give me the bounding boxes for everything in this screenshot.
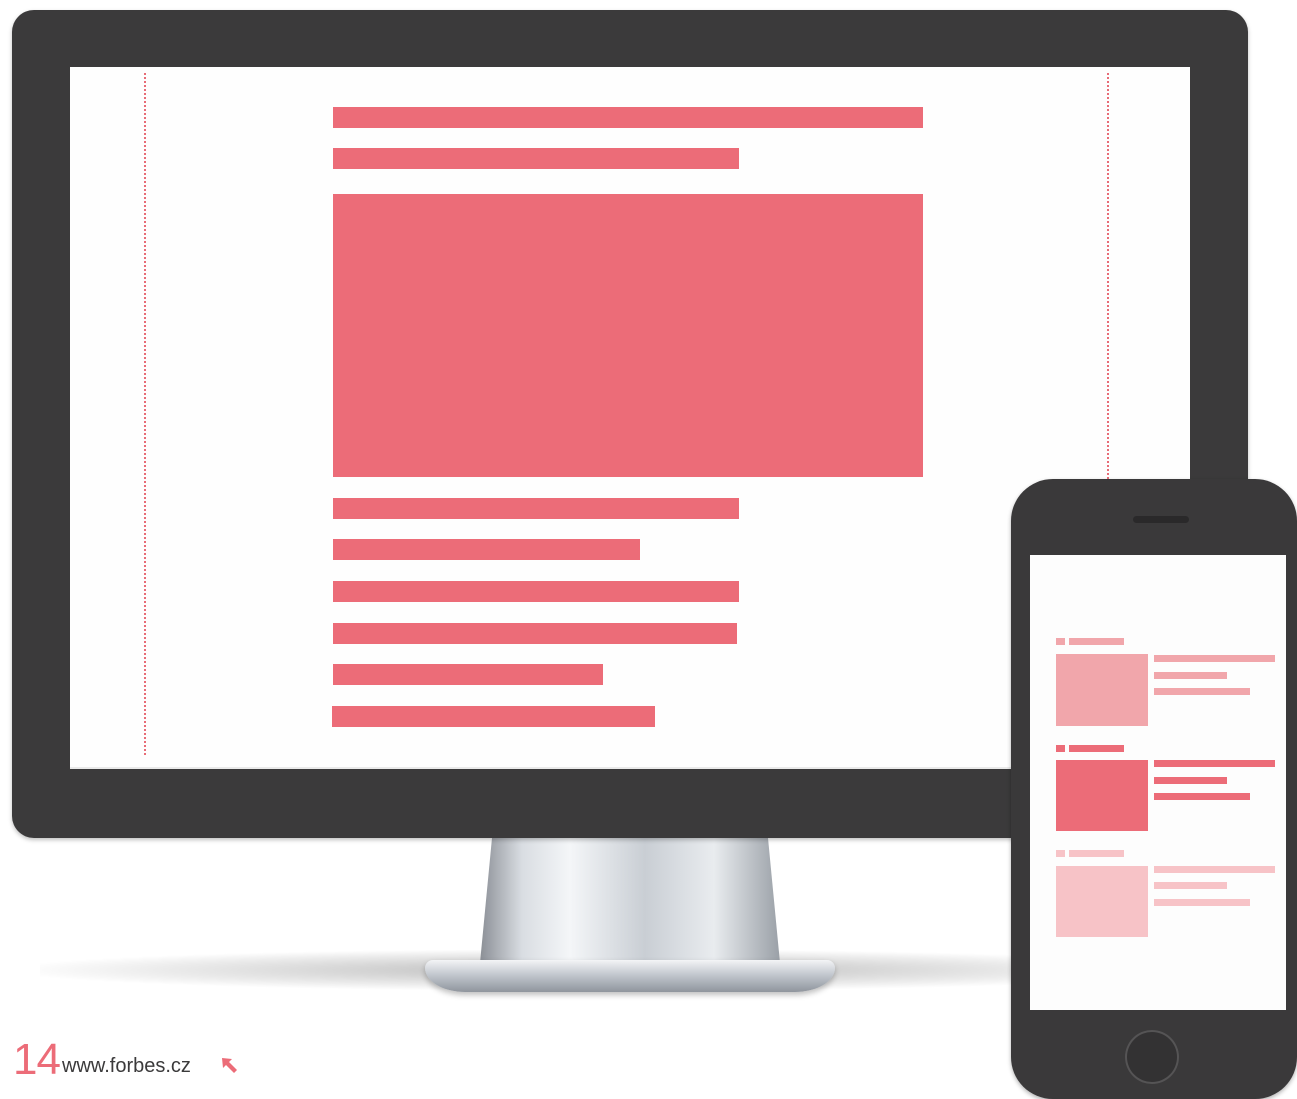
card-thumbnail (1056, 760, 1148, 831)
card-tag-dot (1056, 850, 1065, 857)
card-text-line (1154, 672, 1227, 679)
card-text-line (1154, 688, 1250, 695)
page-number: 14 (13, 1035, 61, 1084)
left-margin-guide (144, 73, 146, 755)
site-url[interactable]: www.forbes.cz (62, 1054, 191, 1078)
card-tag-dot (1056, 638, 1065, 645)
card-thumbnail (1056, 866, 1148, 937)
subheadline-bar (333, 148, 739, 169)
card-tag-bar (1069, 745, 1124, 752)
card-title-line (1154, 866, 1275, 873)
card-text-line (1154, 899, 1250, 906)
monitor-stand-base (425, 960, 835, 992)
text-line (333, 498, 739, 519)
card-thumbnail (1056, 654, 1148, 726)
hero-image-placeholder (333, 194, 923, 477)
phone-home-button (1125, 1030, 1179, 1084)
text-line (333, 581, 739, 602)
card-tag-bar (1069, 638, 1124, 645)
text-line (333, 539, 640, 560)
headline-bar (333, 107, 923, 128)
card-text-line (1154, 777, 1227, 784)
card-tag-bar (1069, 850, 1124, 857)
card-text-line (1154, 793, 1250, 800)
text-line (332, 706, 655, 727)
arrow-up-left-icon (222, 1058, 237, 1073)
text-line (333, 623, 737, 644)
text-line (333, 664, 603, 685)
monitor-stand-neck (480, 838, 780, 963)
phone-speaker (1133, 516, 1189, 523)
card-title-line (1154, 760, 1275, 767)
card-text-line (1154, 882, 1227, 889)
card-title-line (1154, 655, 1275, 662)
card-tag-dot (1056, 745, 1065, 752)
